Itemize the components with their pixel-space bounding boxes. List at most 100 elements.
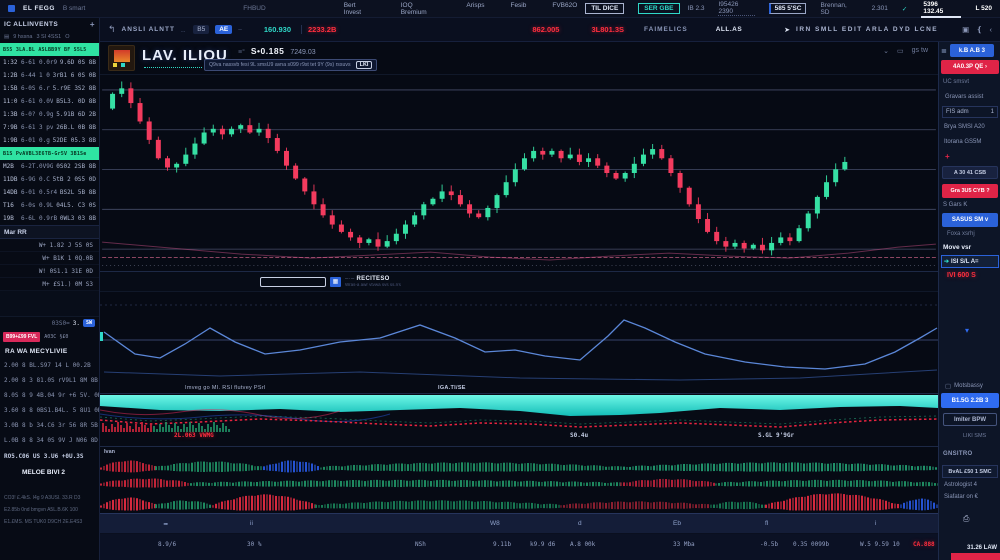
rsi-caption-left: Imveg go MI. RSI flutvey PSrl xyxy=(185,385,266,391)
balance-field[interactable]: BvAL £50 1 SMC xyxy=(942,465,998,478)
list-item[interactable]: 2.00 8 BL.S97 14 L 00.2B xyxy=(0,358,99,373)
alert-row: B99+£99 FVL A03C §£0 xyxy=(0,329,99,344)
panel-label-4: Itorana GS5M xyxy=(944,139,981,145)
price-readout: ≡° S•0.185 7249.03 xyxy=(238,46,316,56)
timeframe-chip[interactable]: B5 xyxy=(193,25,209,34)
footer-icon[interactable]: ≖ xyxy=(163,520,168,528)
highlighted-row-2[interactable]: B1S PvAVBL3E6TB-Gr5V 3B1Se xyxy=(0,147,99,160)
chart-toolbar: ↰ ANSLI ALNTT ‥ B5 AE – 160.930 2233.2B … xyxy=(100,18,1000,42)
panel-label-7: LIKI SMS xyxy=(963,433,986,439)
chevron-down-icon[interactable]: ▾ xyxy=(965,326,969,335)
indicator-search-input[interactable] xyxy=(260,277,326,287)
list-item[interactable]: 1:2B6-44 1 0/0S 923rB1 6 0S 0B xyxy=(0,69,99,82)
meta-chip[interactable]: SW xyxy=(83,319,95,327)
menu-item[interactable]: Fesib xyxy=(510,2,526,16)
footer-icon[interactable]: W8 xyxy=(490,520,500,527)
panel-label-6: Foxa xsrhj xyxy=(947,231,975,237)
menu-icon[interactable]: ≣ xyxy=(941,47,947,55)
list-item[interactable]: L.0B 8 8 34 0S 9V J N06 8D xyxy=(0,433,99,448)
watchlist-filter-row: ▤ 9 hssna 3 SI 4SS1 O xyxy=(0,31,99,43)
list-item[interactable]: W+ 1.82 J 5S 0S xyxy=(0,239,99,252)
list-item[interactable]: 1:3B6-0? 0.9gpvC5.91B 6D 2B xyxy=(0,108,99,121)
list-item[interactable]: 3.60 8 8 0BS1.B4L. 5 8U1 0B xyxy=(0,403,99,418)
printer-icon[interactable]: ⎙ xyxy=(963,514,969,524)
list-item[interactable]: T166-0s 0.9LB 6104L5. C3 0S xyxy=(0,199,99,212)
active-timeframe-chip[interactable]: AE xyxy=(215,25,232,34)
stop-loss-row[interactable]: ➔ ISI S/L A= xyxy=(941,255,999,268)
macd-histogram-chart[interactable] xyxy=(100,447,938,514)
section-header-marr[interactable]: Mar RR xyxy=(0,225,99,239)
status-item: Brennan, SD xyxy=(820,2,857,16)
notes-row[interactable]: ▢ Motsbassy xyxy=(945,382,983,390)
list-item[interactable]: 1:326-61 0.0r9 8B9.6D 0S 8B xyxy=(0,56,99,69)
last-price: S•0.185 xyxy=(251,46,284,56)
chart-corner-icon[interactable]: ▭ xyxy=(897,47,904,55)
move-section-label: Move vsr xyxy=(943,244,971,251)
toolbar-icon[interactable]: ▣ xyxy=(962,25,969,34)
menu-item[interactable]: FVB62O xyxy=(552,2,577,16)
list-item[interactable]: 1:9B6-01 0.gvB4 B152DE 05.3 8B xyxy=(0,134,99,147)
footer-icon[interactable]: ii xyxy=(250,520,253,527)
list-item[interactable]: 2.00 8 3 81.0S rV9L1 8M 8B xyxy=(0,373,99,388)
list-item[interactable]: W! 0S1.1 31E 0D xyxy=(0,265,99,278)
menu-item[interactable]: Bert Invest xyxy=(344,2,375,16)
status-button[interactable]: SASUS SM v xyxy=(942,213,998,227)
list-item[interactable]: M+ £S1.) 0M S3 xyxy=(0,278,99,291)
chart-corner-icon[interactable]: ⌄ xyxy=(883,47,889,55)
list-icon[interactable]: ▤ xyxy=(4,34,9,40)
list-item[interactable]: 19B6-6L 0.9rB B10WL3 03 8B xyxy=(0,212,99,225)
list-item[interactable]: 11:06-61 0.0V0 r9B5L3. 0D 8B xyxy=(0,95,99,108)
list-item[interactable]: 3.0B 8 b 34.C6 3r 56 8R 5B xyxy=(0,418,99,433)
menu-item[interactable]: Arisps xyxy=(466,2,484,16)
add-instrument-button[interactable]: + xyxy=(90,20,95,29)
confirm-button[interactable]: B1.5G 2.2B 3 xyxy=(941,393,999,408)
list-item[interactable]: 8.0S 8 9 4B.04 9r +6 5V. 0B xyxy=(0,388,99,403)
limit-button[interactable]: Imiter BPW xyxy=(943,413,997,426)
filter-label-1[interactable]: 9 hssna xyxy=(13,34,32,40)
price-mode-icon: ≡° xyxy=(238,49,245,56)
toolbar-icon[interactable]: ‹ xyxy=(990,25,993,34)
list-item[interactable]: 11DB6-9G 0.C99 U15tB 2 0S5 0D xyxy=(0,173,99,186)
notification-action-chip[interactable]: LKI xyxy=(356,61,373,69)
footer-icon[interactable]: d xyxy=(578,520,582,527)
list-item[interactable]: M2B6-2T.0V9G 1M0S02 2SB 8B xyxy=(0,160,99,173)
watchlist-title: IC ALLINVENTS xyxy=(4,21,58,28)
toolbar-dash: – xyxy=(238,26,242,33)
list-item[interactable]: W+ B1K 1 0Q.0B xyxy=(0,252,99,265)
toolbar-icon[interactable]: ❴ xyxy=(976,25,982,34)
filter-label-3[interactable]: O xyxy=(65,34,69,40)
order-type-field[interactable]: FIS adm 1 xyxy=(942,106,998,118)
filter-label-2[interactable]: 3 SI 4SS1 xyxy=(36,34,61,40)
list-item[interactable]: 7:9B6-61 3 pv59B926B.L 0B 8B xyxy=(0,121,99,134)
sell-button[interactable]: 4A0.3P QE › xyxy=(941,60,999,74)
macd-panel: Ivan xyxy=(100,447,938,514)
rsi-line-chart[interactable] xyxy=(100,292,938,394)
chart-corner-icon[interactable]: gs tw xyxy=(912,47,928,55)
menu-item[interactable]: IOQ Bremium xyxy=(401,2,441,16)
highlighted-row-1[interactable]: B55 3LA.BL ASLBB9Y BF S5L5 xyxy=(0,43,99,56)
order-type-value: 1 xyxy=(991,109,994,115)
topbar-box-button-1[interactable]: TIL DICE xyxy=(585,3,624,14)
add-icon[interactable]: + xyxy=(945,152,950,161)
macd-label: Ivan xyxy=(104,449,115,455)
cursor-icon[interactable]: ➤ xyxy=(784,26,790,34)
topbar-box-button-2[interactable]: SER GBE xyxy=(638,3,679,14)
undo-icon[interactable]: ↰ xyxy=(108,24,116,35)
order-panel-top-row: ≣ k.B A.B 3 xyxy=(941,44,994,57)
status-item[interactable]: 585 5'SC xyxy=(769,3,807,14)
footer-icon[interactable]: Eb xyxy=(673,520,681,527)
footer-icon[interactable]: i xyxy=(875,520,876,527)
footer-icon[interactable]: fl xyxy=(765,520,768,527)
list-item[interactable]: 1:5B6-0S 6.r99 745.r9E 3S2 8B xyxy=(0,82,99,95)
footer-value: 9.11b xyxy=(493,541,511,548)
quantity-button[interactable]: A 30 41 CSB xyxy=(942,166,998,179)
candlestick-chart[interactable] xyxy=(100,75,938,272)
toolbar-menu-string[interactable]: IRN SMLL EDIT ARLA DYD LCNE xyxy=(796,26,938,33)
alert-badge[interactable]: B99+£99 FVL xyxy=(3,332,40,342)
vwap-band-chart[interactable] xyxy=(100,394,938,447)
close-position-button[interactable]: Gra 3U5 CYB ? xyxy=(942,184,998,198)
buy-button[interactable]: k.B A.B 3 xyxy=(950,44,994,57)
indicator-settings-icon[interactable]: ▦ xyxy=(330,277,341,287)
status-item[interactable]: 5396 132.45 xyxy=(921,0,961,18)
list-item[interactable]: 14DB6-01 0.5r4 B1BS2L 5B 8B xyxy=(0,186,99,199)
